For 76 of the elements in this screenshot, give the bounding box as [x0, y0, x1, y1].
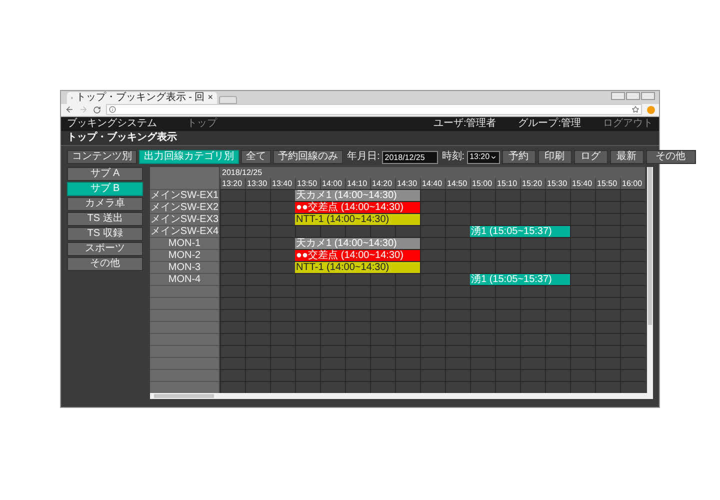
reload-icon[interactable]: [93, 106, 101, 114]
action-button[interactable]: ログ: [574, 150, 608, 164]
action-button[interactable]: 印刷: [538, 150, 572, 164]
action-button[interactable]: 予約: [502, 150, 536, 164]
new-tab-button[interactable]: [219, 96, 237, 104]
app-name: ブッキングシステム: [67, 119, 157, 129]
star-icon[interactable]: [632, 106, 639, 114]
time-header: 13:20: [220, 178, 245, 189]
booking-bar[interactable]: NTT-1 (14:00~14:30): [295, 214, 420, 225]
group-label: グループ:管理: [518, 119, 581, 129]
maximize-button[interactable]: [626, 92, 640, 100]
view-tab[interactable]: コンテンツ別: [67, 150, 137, 164]
time-header: 14:50: [445, 178, 470, 189]
view-tab[interactable]: 出力回線カテゴリ別: [139, 150, 239, 164]
time-header: 13:30: [245, 178, 270, 189]
time-header: 15:40: [570, 178, 595, 189]
time-header: 15:00: [470, 178, 495, 189]
action-button[interactable]: 最新: [610, 150, 644, 164]
row-label: MON-3: [168, 262, 201, 273]
category-item[interactable]: スポーツ: [67, 242, 143, 256]
row-label: メインSW-EX3: [150, 214, 219, 225]
date-field[interactable]: 2018/12/25: [382, 150, 438, 164]
row-label: メインSW-EX1: [150, 190, 219, 201]
time-header: 15:30: [545, 178, 570, 189]
category-item[interactable]: TS 収録: [67, 227, 143, 241]
date-header: 2018/12/25: [222, 168, 262, 176]
booking-bar[interactable]: 湧1 (15:05~15:37): [470, 226, 570, 237]
tab-close[interactable]: ×: [208, 93, 213, 102]
booking-bar[interactable]: 天カメ1 (14:00~14:30): [295, 190, 420, 201]
page-title: トップ・ブッキング表示: [67, 133, 177, 143]
horizontal-scrollbar[interactable]: [150, 393, 653, 399]
booking-bar[interactable]: 湧1 (15:05~15:37): [470, 274, 570, 285]
logout-link[interactable]: ログアウト: [603, 119, 653, 129]
time-header: 16:00: [620, 178, 645, 189]
category-item[interactable]: TS 送出: [67, 212, 143, 226]
row-label: MON-1: [168, 238, 201, 249]
time-header: 14:10: [345, 178, 370, 189]
time-header: 14:40: [420, 178, 445, 189]
time-select[interactable]: 13:20: [466, 150, 500, 164]
forward-icon[interactable]: [79, 105, 88, 114]
action-button[interactable]: その他: [646, 150, 696, 164]
time-header: 13:50: [295, 178, 320, 189]
booking-bar[interactable]: NTT-1 (14:00~14:30): [295, 262, 420, 273]
time-header: 15:20: [520, 178, 545, 189]
row-label: MON-2: [168, 250, 201, 261]
time-label: 時刻:: [442, 152, 465, 162]
row-label: MON-4: [168, 274, 201, 285]
back-icon[interactable]: [65, 105, 74, 114]
time-header: 14:00: [320, 178, 345, 189]
category-item[interactable]: サブ B: [67, 182, 143, 196]
browser-tab[interactable]: トップ・ブッキング表示 - 回 ×: [67, 92, 217, 104]
extension-icon[interactable]: [647, 106, 655, 114]
minimize-button[interactable]: [611, 92, 625, 100]
category-item[interactable]: サブ A: [67, 167, 143, 181]
row-label: メインSW-EX4: [150, 226, 219, 237]
time-header: 15:50: [595, 178, 620, 189]
booking-bar[interactable]: 天カメ1 (14:00~14:30): [295, 238, 420, 249]
view-tab[interactable]: 全て: [241, 150, 271, 164]
user-label: ユーザ:管理者: [433, 119, 496, 129]
time-header: 14:20: [370, 178, 395, 189]
category-item[interactable]: カメラ卓: [67, 197, 143, 211]
category-item[interactable]: その他: [67, 257, 143, 271]
time-header: 15:10: [495, 178, 520, 189]
top-link[interactable]: トップ: [187, 119, 217, 129]
row-label: メインSW-EX2: [150, 202, 219, 213]
tab-title: トップ・ブッキング表示 - 回: [76, 92, 205, 102]
booking-bar[interactable]: ●●交差点 (14:00~14:30): [295, 202, 420, 213]
date-label: 年月日:: [347, 152, 380, 162]
time-header: 14:30: [395, 178, 420, 189]
close-button[interactable]: [641, 92, 655, 100]
caret-icon: [490, 154, 497, 160]
vertical-scrollbar[interactable]: [647, 167, 653, 393]
info-icon: [109, 106, 116, 114]
booking-bar[interactable]: ●●交差点 (14:00~14:30): [295, 250, 420, 261]
view-tab[interactable]: 予約回線のみ: [273, 150, 343, 164]
time-header: 13:40: [270, 178, 295, 189]
